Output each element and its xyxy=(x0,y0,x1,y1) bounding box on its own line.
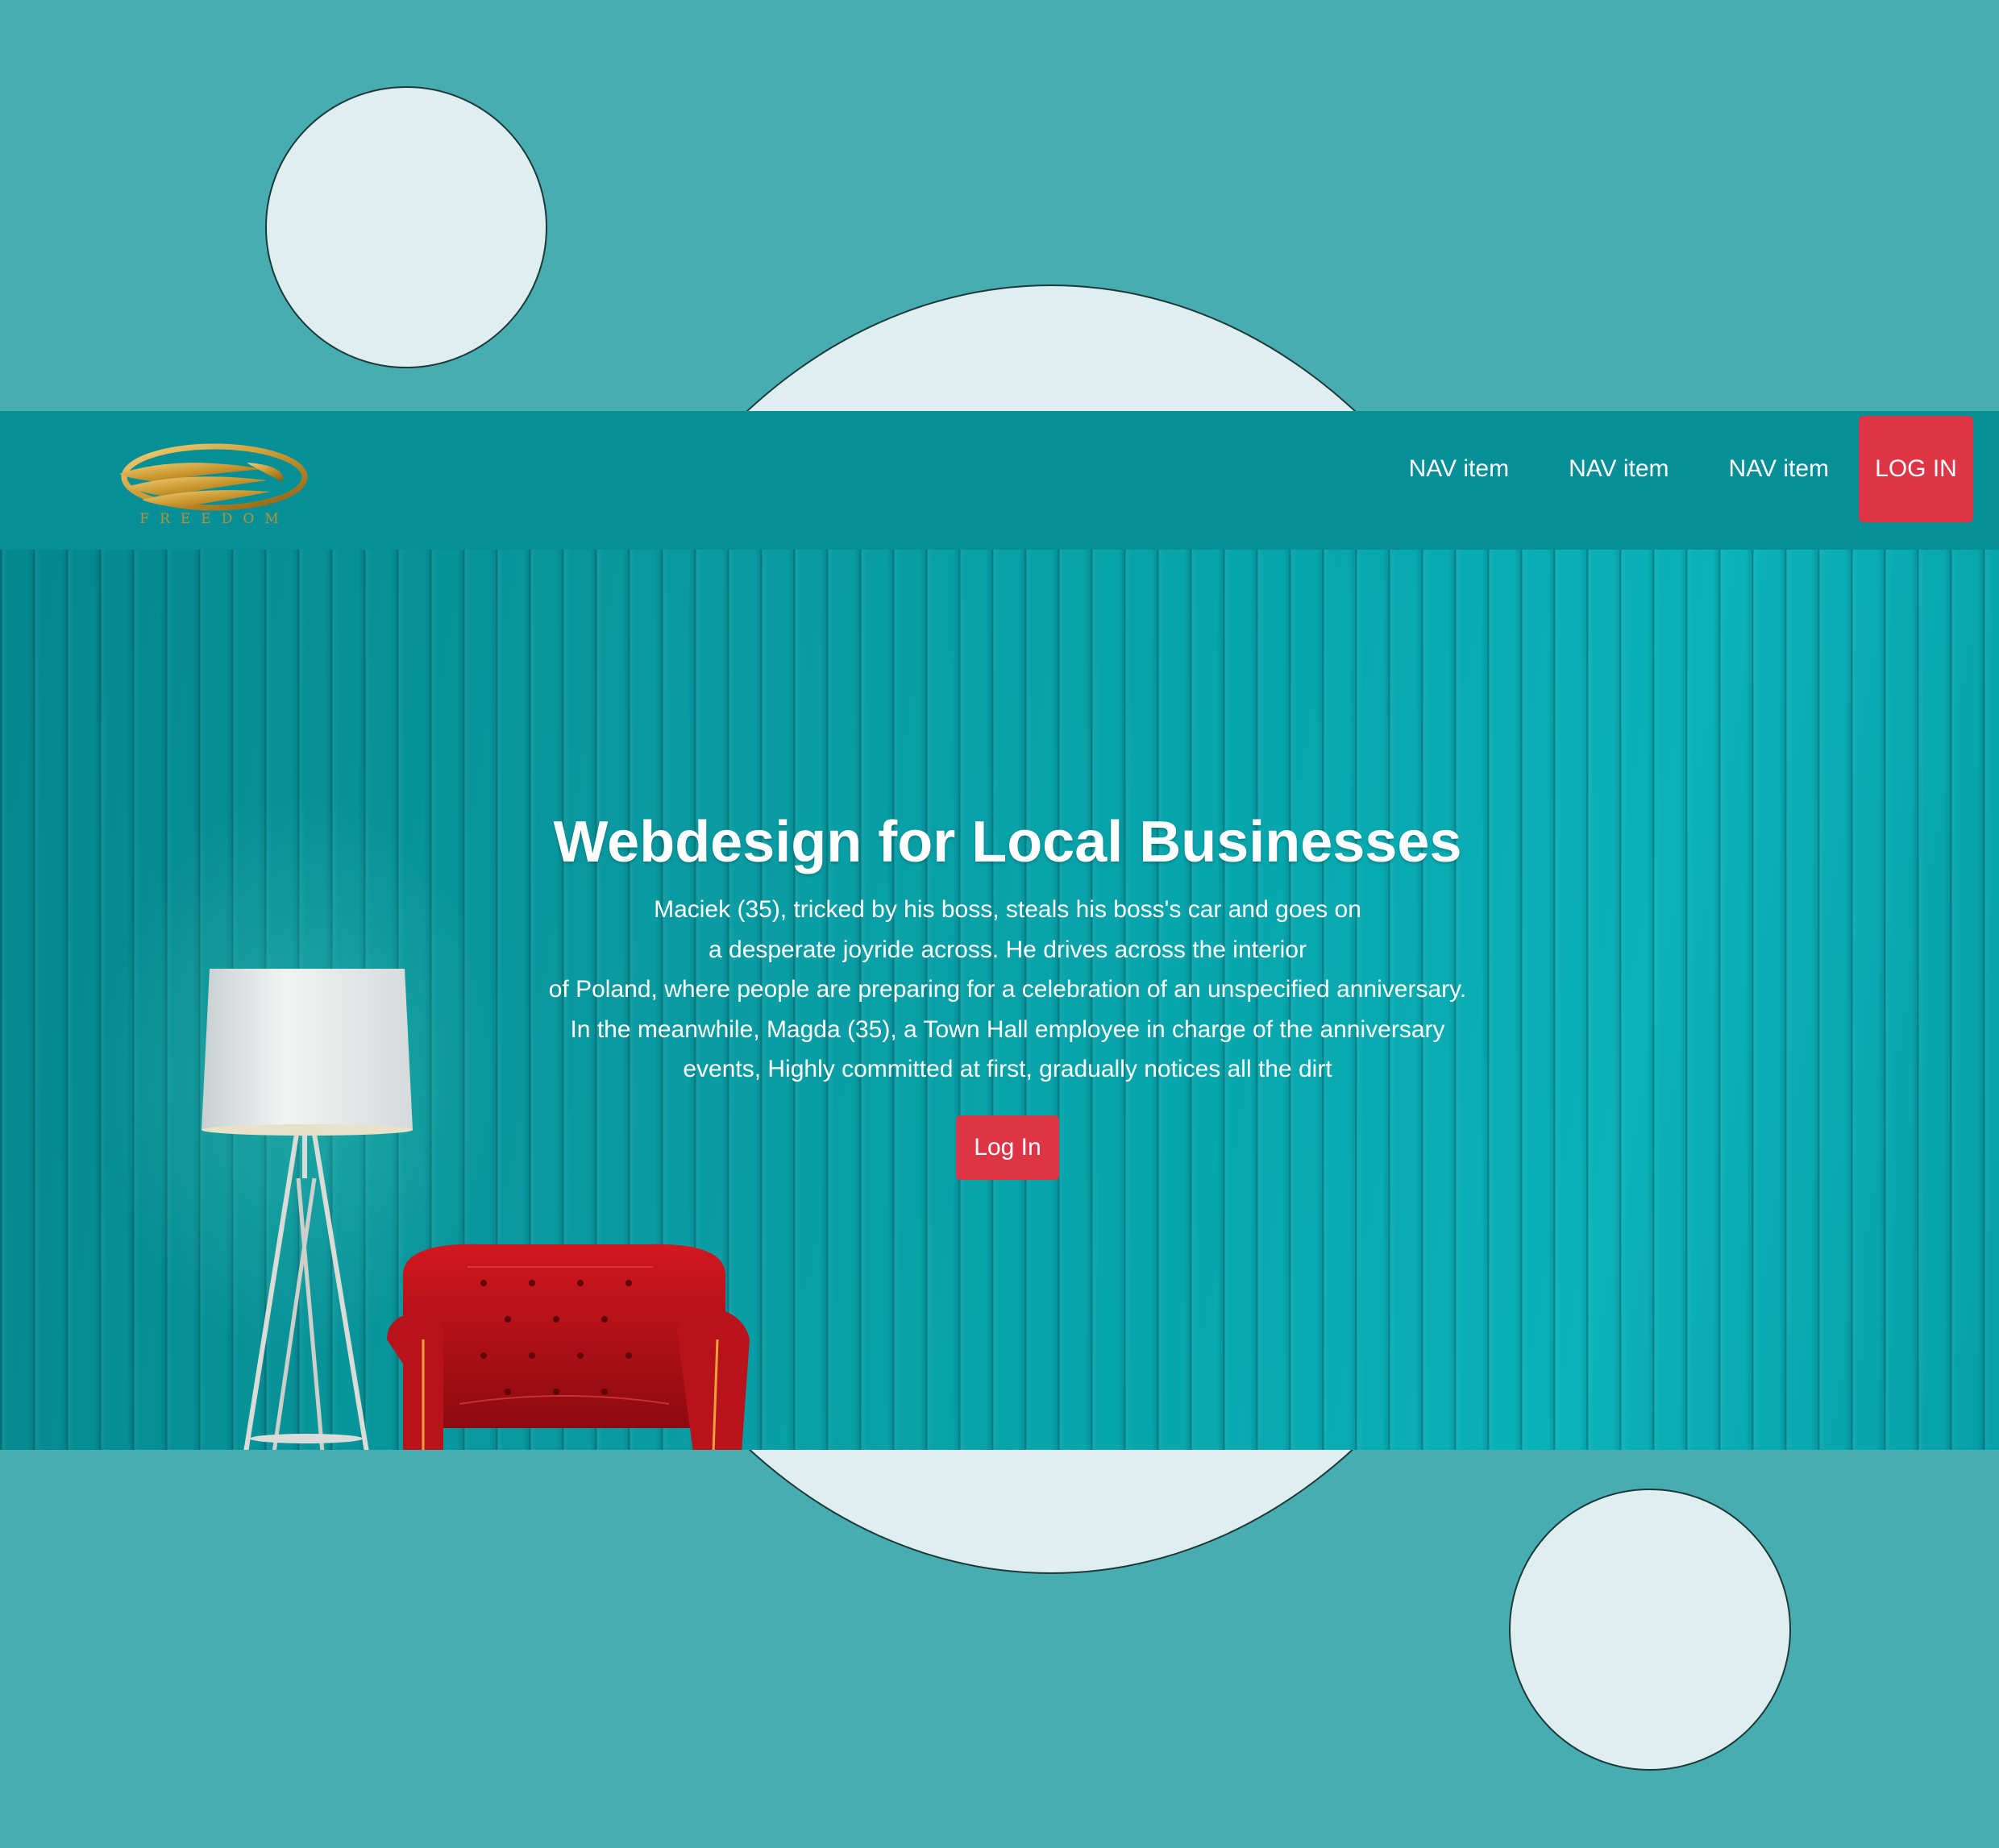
navbar: FREEDOM NAV item NAV item NAV item LOG I… xyxy=(0,411,1999,550)
hero-title: Webdesign for Local Businesses xyxy=(553,810,1462,874)
brand-logo[interactable]: FREEDOM xyxy=(110,443,319,532)
hero-description-line: of Poland, where people are preparing fo… xyxy=(548,976,1467,1003)
decorative-circle-bottom-right xyxy=(1509,1489,1791,1771)
nav-login-button[interactable]: LOG IN xyxy=(1859,416,1973,522)
hero-section: Webdesign for Local Businesses Maciek (3… xyxy=(0,550,1999,1450)
hero-description-line: In the meanwhile, Magda (35), a Town Hal… xyxy=(570,1015,1445,1043)
red-armchair-image xyxy=(387,1243,758,1450)
hero-login-button[interactable]: Log In xyxy=(956,1115,1059,1180)
logo-text: FREEDOM xyxy=(139,511,289,527)
hero-content: Webdesign for Local Businesses Maciek (3… xyxy=(516,806,1499,1180)
hero-description-line: a desperate joyride across. He drives ac… xyxy=(708,936,1307,963)
hero-description-line: Maciek (35), tricked by his boss, steals… xyxy=(654,896,1361,923)
nav-links: NAV item NAV item NAV item LOG IN xyxy=(1379,416,1973,522)
hero-description-line: events, Highly committed at first, gradu… xyxy=(683,1056,1332,1082)
page-canvas: FREEDOM NAV item NAV item NAV item LOG I… xyxy=(0,0,1999,1848)
hero-description: Maciek (35), tricked by his boss, steals… xyxy=(516,890,1499,1090)
decorative-circle-top-left xyxy=(265,86,547,368)
nav-item-2[interactable]: NAV item xyxy=(1539,416,1698,522)
nav-item-1[interactable]: NAV item xyxy=(1379,416,1539,522)
nav-item-3[interactable]: NAV item xyxy=(1699,416,1859,522)
